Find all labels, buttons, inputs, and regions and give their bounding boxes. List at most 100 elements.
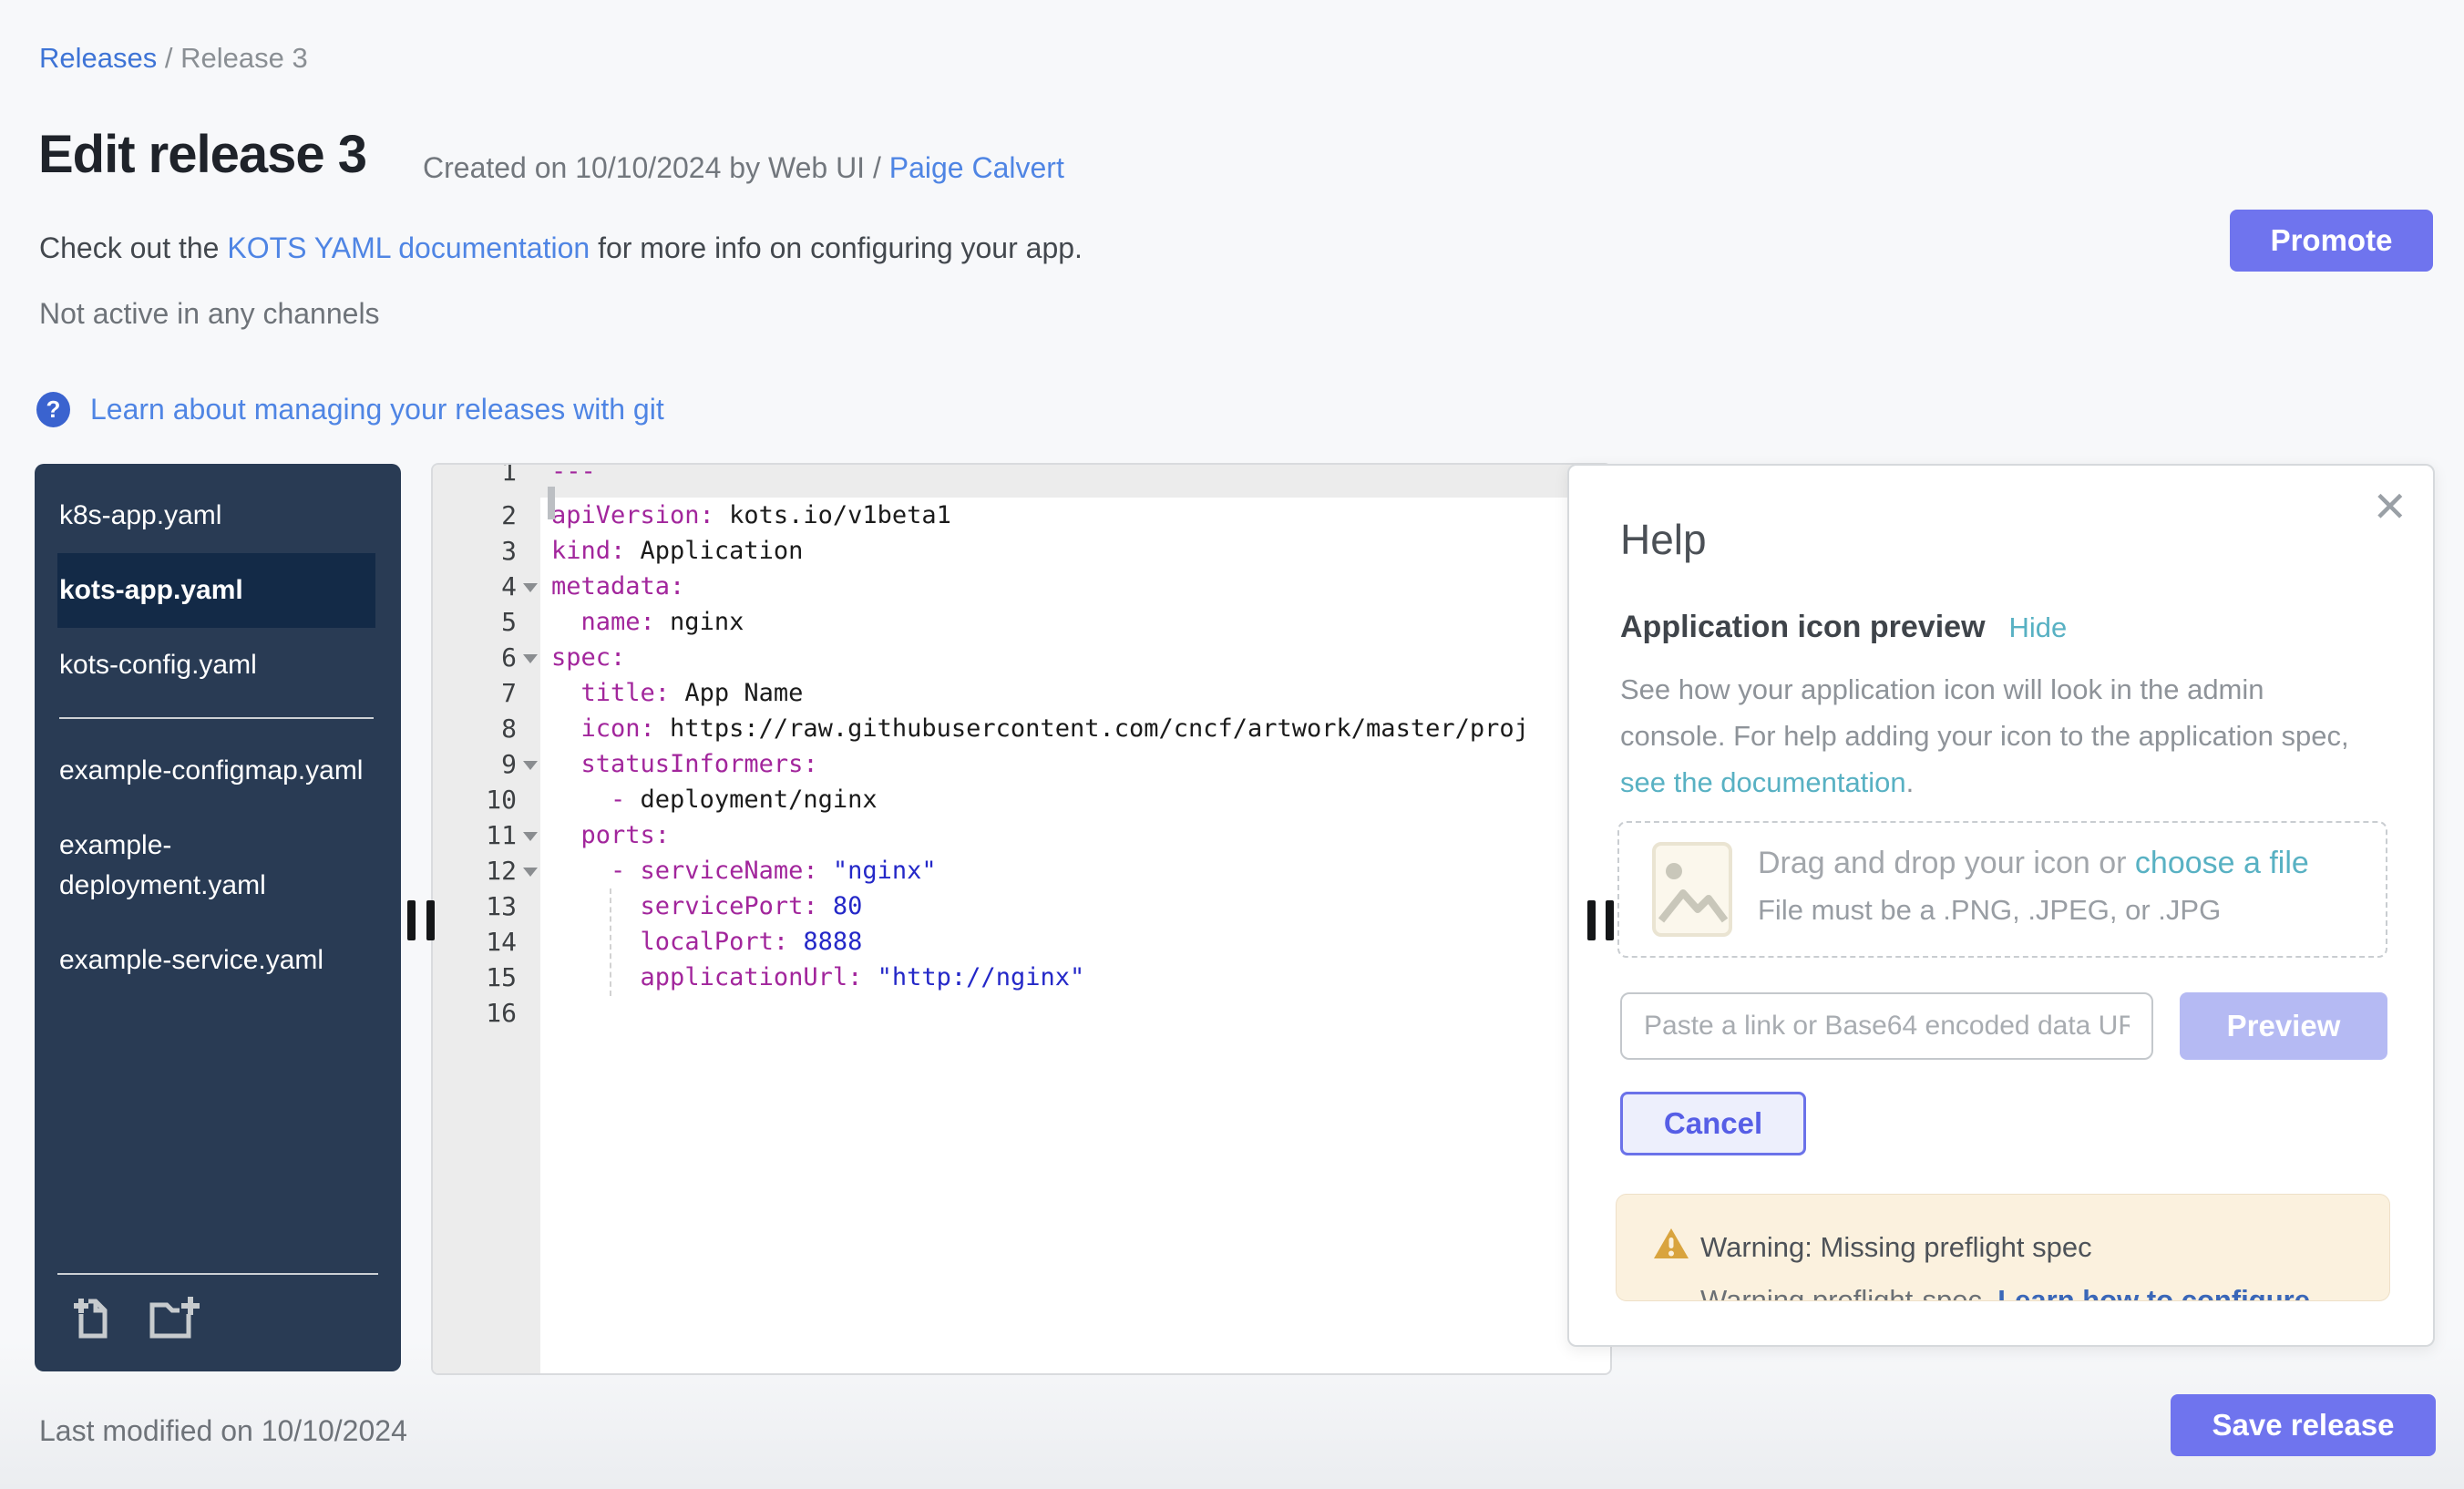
code-text: apiVersion: kots.io/v1beta1 [551,498,951,533]
sidebar-file-example-configmap.yaml[interactable]: example-configmap.yaml [57,734,366,808]
code-line-12[interactable]: 12 - serviceName: "nginx" [433,853,1610,888]
code-line-7[interactable]: 7 title: App Name [433,675,1610,711]
line-number: 12 [433,853,517,888]
icon-dropzone[interactable]: Drag and drop your icon or choose a file… [1617,821,2387,958]
breadcrumb-releases-link[interactable]: Releases [39,42,157,74]
line-number: 2 [433,498,517,533]
git-help-link[interactable]: Learn about managing your releases with … [90,393,664,426]
choose-file-link[interactable]: choose a file [2135,846,2309,880]
line-number: 11 [433,817,517,853]
yaml-editor[interactable]: 1--- 2 apiVersion: kots.io/v1beta1 3 kind: … [431,463,1612,1375]
line-number: 5 [433,604,517,640]
git-help-row: ? Learn about managing your releases wit… [36,392,664,427]
code-line-2[interactable]: 2 apiVersion: kots.io/v1beta1 [433,498,1610,533]
fold-arrow-icon[interactable] [523,832,538,841]
doc-line: Check out the KOTS YAML documentation fo… [39,231,1083,265]
code-text: spec: [551,640,625,675]
edit-release-page: Releases / Release 3 Edit release 3 Crea… [0,0,2464,1489]
created-by-link[interactable]: Paige Calvert [889,151,1064,184]
code-text: - serviceName: "nginx" [551,853,937,888]
learn-how-to-configure-link[interactable]: Learn how to configure [1997,1284,2310,1301]
preview-button[interactable]: Preview [2180,992,2387,1060]
line-number: 10 [433,782,517,817]
dropzone-file-types: File must be a .PNG, .JPEG, or .JPG [1758,894,2309,927]
code-line-5[interactable]: 5 name: nginx [433,604,1610,640]
fold-arrow-icon[interactable] [523,583,538,592]
icon-url-input[interactable] [1620,992,2153,1060]
code-line-6[interactable]: 6spec: [433,640,1610,675]
sidebar-file-kots-app.yaml[interactable]: kots-app.yaml [57,553,375,628]
kots-yaml-doc-link[interactable]: KOTS YAML documentation [227,231,590,264]
see-documentation-link[interactable]: see the documentation [1620,766,1906,798]
desc-line1: See how your application icon will look … [1620,673,2264,705]
code-text: ports: [551,817,670,853]
last-modified-text: Last modified on 10/10/2024 [39,1414,407,1448]
dropzone-line1: Drag and drop your icon or [1758,846,2135,880]
warning-card: Warning: Missing preflight spec Warning … [1616,1194,2390,1301]
sidebar-file-kots-config.yaml[interactable]: kots-config.yaml [57,628,366,703]
code-line-9[interactable]: 9 statusInformers: [433,746,1610,782]
cancel-button[interactable]: Cancel [1620,1092,1806,1155]
code-line-8[interactable]: 8 icon: https://raw.githubusercontent.co… [433,711,1610,746]
line-number: 7 [433,675,517,711]
editor-top-strip: 1--- [433,465,1610,498]
help-resize-handle[interactable] [1587,900,1596,940]
warning-icon [1653,1227,1689,1265]
hide-link[interactable]: Hide [2009,611,2068,644]
code-text: --- [551,465,596,489]
line-number: 3 [433,533,517,569]
code-line-3[interactable]: 3 kind: Application [433,533,1610,569]
help-panel-title: Help [1620,515,1707,564]
line-number: 14 [433,924,517,960]
breadcrumb-current: Release 3 [180,42,308,74]
code-text: localPort: 8888 [551,924,862,960]
code-text: servicePort: 80 [551,888,862,924]
add-file-icon[interactable] [68,1294,116,1346]
code-text: statusInformers: [551,746,818,782]
image-placeholder-icon [1652,842,1732,941]
code-line-11[interactable]: 11 ports: [433,817,1610,853]
sidebar-file-example-deployment.yaml[interactable]: example-deployment.yaml [57,808,366,923]
help-resize-handle[interactable] [1606,900,1614,940]
question-icon: ? [36,392,70,427]
file-list: k8s-app.yamlkots-app.yamlkots-config.yam… [35,464,401,998]
code-line-16[interactable]: 16 [433,995,1610,1031]
code-text: - deployment/nginx [551,782,878,817]
fold-arrow-icon[interactable] [523,654,538,663]
warning-detail: Warning preflight-spec. Learn how to con… [1700,1284,2310,1301]
code-line-1[interactable]: 1--- [433,465,1610,489]
created-meta: Created on 10/10/2024 by Web UI / Paige … [423,151,1064,185]
desc-period: . [1906,766,1915,798]
sidebar-resize-handle[interactable] [407,900,416,940]
sidebar-file-k8s-app.yaml[interactable]: k8s-app.yaml [57,478,366,553]
close-icon[interactable]: ✕ [2372,482,2408,531]
dropzone-text: Drag and drop your icon or choose a file… [1758,846,2309,927]
fold-arrow-icon[interactable] [523,761,538,770]
warning-detail-text: Warning preflight-spec. [1700,1284,1997,1301]
code-text: icon: https://raw.githubusercontent.com/… [551,711,1529,746]
add-folder-icon[interactable] [147,1294,201,1346]
channel-status: Not active in any channels [39,297,380,331]
warning-title: Warning: Missing preflight spec [1700,1231,2092,1264]
sidebar-file-example-service.yaml[interactable]: example-service.yaml [57,923,366,998]
sidebar-bottom-divider [57,1273,378,1275]
page-title: Edit release 3 [38,124,366,185]
doc-line-suffix: for more info on configuring your app. [590,231,1083,264]
sidebar-resize-handle[interactable] [426,900,435,940]
fold-arrow-icon[interactable] [523,868,538,877]
line-number: 4 [433,569,517,604]
code-line-4[interactable]: 4metadata: [433,569,1610,604]
doc-line-prefix: Check out the [39,231,227,264]
save-release-button[interactable]: Save release [2171,1394,2436,1456]
line-number: 13 [433,888,517,924]
promote-button[interactable]: Promote [2230,210,2433,272]
line-number: 8 [433,711,517,746]
code-text: applicationUrl: "http://nginx" [551,960,1084,995]
file-list-divider [59,717,374,719]
code-line-10[interactable]: 10 - deployment/nginx [433,782,1610,817]
indent-guide [610,888,611,996]
line-number: 15 [433,960,517,995]
line-number: 9 [433,746,517,782]
sidebar-actions [68,1294,201,1346]
code-text: kind: Application [551,533,803,569]
